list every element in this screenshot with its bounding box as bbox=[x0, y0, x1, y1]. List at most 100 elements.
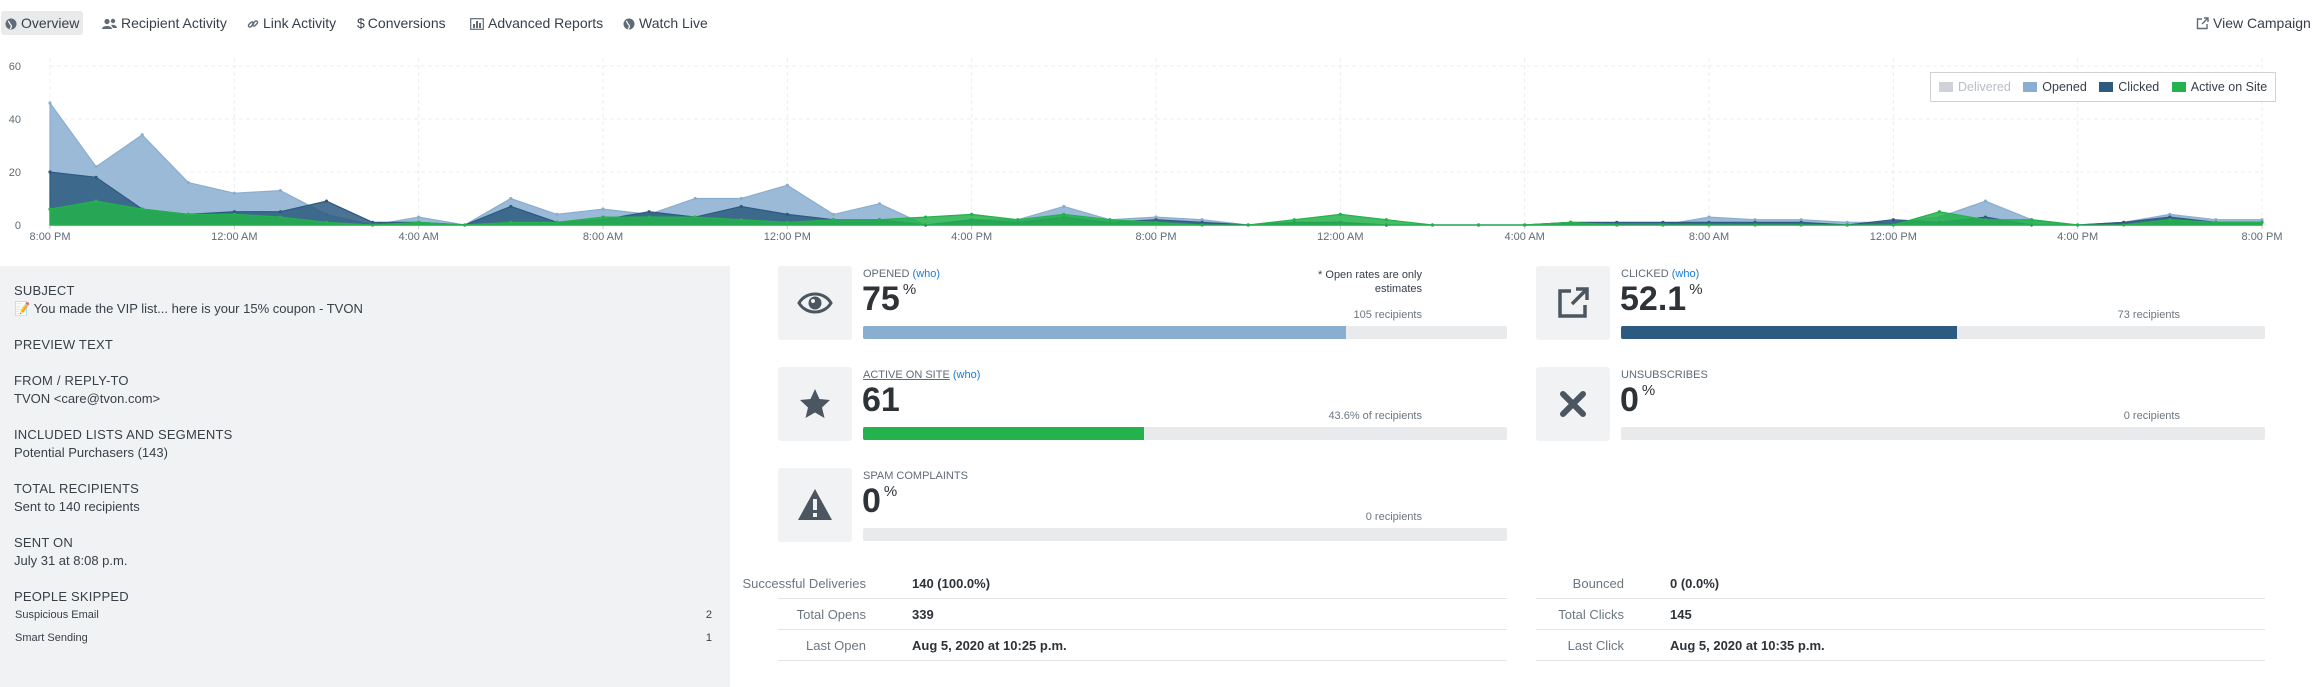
data-point-active-on-site bbox=[1016, 218, 1020, 222]
unsub-value: 0 bbox=[1620, 381, 1639, 419]
legend-active-on-site[interactable]: Active on Site bbox=[2171, 80, 2268, 94]
data-point-active-on-site bbox=[1799, 223, 1803, 227]
clicked-unit: % bbox=[1689, 281, 1703, 298]
legend-swatch bbox=[2099, 82, 2114, 92]
data-point-active-on-site bbox=[1753, 223, 1757, 227]
data-point-active-on-site bbox=[463, 223, 467, 227]
tab-conversions[interactable]: $ Conversions bbox=[353, 11, 450, 35]
data-point-active-on-site bbox=[1523, 223, 1527, 227]
active-progress-fill bbox=[863, 427, 1144, 440]
eye-icon bbox=[797, 292, 833, 314]
tab-label: Conversions bbox=[367, 15, 446, 31]
data-point-active-on-site bbox=[140, 207, 144, 211]
legend-delivered[interactable]: Delivered bbox=[1939, 80, 2011, 94]
stat-value: Aug 5, 2020 at 10:35 p.m. bbox=[1670, 638, 1825, 653]
active-who-link[interactable]: (who) bbox=[953, 369, 981, 381]
data-point-active-on-site bbox=[1384, 218, 1389, 222]
globe-icon bbox=[623, 18, 635, 30]
clicked-icon-box bbox=[1536, 266, 1610, 340]
data-point-active-on-site bbox=[1707, 223, 1711, 227]
view-campaign-label: View Campaign bbox=[2213, 15, 2311, 31]
legend-opened[interactable]: Opened bbox=[2023, 80, 2087, 94]
link-icon bbox=[247, 20, 259, 28]
data-point-opened bbox=[1707, 215, 1711, 219]
preview-text-label: PREVIEW TEXT bbox=[14, 337, 113, 352]
y-tick-label: 0 bbox=[15, 220, 21, 232]
data-point-clicked bbox=[785, 212, 789, 216]
skipped-reason: Suspicious Email bbox=[15, 609, 99, 621]
legend-clicked[interactable]: Clicked bbox=[2099, 80, 2159, 94]
clicked-title: CLICKED (who) bbox=[1621, 268, 1699, 280]
stat-value: 0 (0.0%) bbox=[1670, 576, 1720, 591]
external-link-icon bbox=[2196, 17, 2209, 30]
data-point-opened bbox=[186, 181, 190, 185]
data-point-opened bbox=[877, 202, 882, 206]
unsub-unit: % bbox=[1641, 382, 1656, 399]
x-tick-label: 12:00 AM bbox=[1317, 231, 1363, 243]
users-icon bbox=[102, 18, 117, 29]
activity-chart: 0 20 40 60 8:00 PM 12:00 AM 4:00 AM 8:00 AM 12:0… bbox=[0, 55, 2312, 245]
opened-title-text: OPENED bbox=[863, 268, 910, 280]
data-point-clicked bbox=[324, 199, 329, 203]
spam-title: SPAM COMPLAINTS bbox=[863, 470, 968, 482]
clicked-who-link[interactable]: (who) bbox=[1672, 268, 1700, 280]
data-point-active-on-site bbox=[2260, 220, 2264, 224]
data-point-active-on-site bbox=[417, 220, 421, 224]
view-campaign-link[interactable]: View Campaign bbox=[2192, 11, 2312, 35]
data-point-active-on-site bbox=[2168, 218, 2172, 222]
data-point-opened bbox=[417, 215, 421, 219]
stat-row: Successful Deliveries 140 (100.0%) bbox=[742, 568, 1507, 599]
legend-label: Active on Site bbox=[2190, 80, 2268, 94]
data-point-active-on-site bbox=[1430, 223, 1435, 227]
lists-value: Potential Purchasers (143) bbox=[14, 445, 168, 460]
tab-recipient-activity[interactable]: Recipient Activity bbox=[98, 11, 231, 35]
data-point-active-on-site bbox=[186, 212, 190, 216]
clicked-rate: 52.1% bbox=[1620, 280, 1703, 319]
data-point-active-on-site bbox=[232, 212, 236, 216]
opened-progress-bar bbox=[863, 326, 1507, 339]
data-point-active-on-site bbox=[2076, 223, 2080, 227]
data-point-clicked bbox=[647, 210, 651, 214]
data-point-active-on-site bbox=[324, 220, 329, 224]
data-point-opened bbox=[1983, 199, 1988, 203]
tab-overview[interactable]: Overview bbox=[1, 11, 84, 35]
subject-label: SUBJECT bbox=[14, 283, 75, 298]
opened-icon-box bbox=[778, 266, 852, 340]
x-tick-label: 4:00 AM bbox=[398, 231, 438, 243]
tab-label: Recipient Activity bbox=[121, 15, 227, 31]
stat-label: Successful Deliveries bbox=[742, 576, 866, 591]
opened-recipients: 105 recipients bbox=[1353, 309, 1423, 321]
x-tick-label: 4:00 PM bbox=[2057, 231, 2098, 243]
tab-link-activity[interactable]: Link Activity bbox=[243, 11, 340, 35]
clicked-progress-fill bbox=[1621, 326, 1957, 339]
total-recipients-value: Sent to 140 recipients bbox=[14, 499, 140, 514]
stat-value: 140 (100.0%) bbox=[912, 576, 991, 591]
globe-icon bbox=[5, 18, 17, 30]
dollar-icon: $ bbox=[357, 15, 365, 31]
data-point-active-on-site bbox=[1615, 223, 1619, 227]
active-count: 61 bbox=[862, 381, 900, 420]
data-point-active-on-site bbox=[877, 218, 882, 222]
spam-value: 0 bbox=[862, 482, 881, 520]
data-point-active-on-site bbox=[923, 215, 928, 219]
opened-who-link[interactable]: (who) bbox=[913, 268, 941, 280]
unsub-title: UNSUBSCRIBES bbox=[1621, 369, 1708, 381]
tab-advanced-reports[interactable]: Advanced Reports bbox=[466, 11, 607, 35]
clicked-title-text: CLICKED bbox=[1621, 268, 1669, 280]
delivery-stats: Successful Deliveries 140 (100.0%) Total… bbox=[742, 568, 1507, 668]
data-point-active-on-site bbox=[970, 212, 974, 216]
data-point-active-on-site bbox=[1569, 220, 1573, 224]
opened-rate: 75% bbox=[862, 280, 916, 319]
data-point-active-on-site bbox=[1476, 223, 1481, 227]
spam-progress-bar bbox=[863, 528, 1507, 541]
data-point-active-on-site bbox=[48, 207, 52, 211]
subject-value: 📝 You made the VIP list... here is your … bbox=[14, 301, 363, 316]
tab-label: Link Activity bbox=[263, 15, 337, 31]
opened-card: OPENED (who) 75% * Open rates are only e… bbox=[778, 266, 1538, 362]
data-point-opened bbox=[601, 207, 605, 211]
x-tick-label: 4:00 PM bbox=[951, 231, 992, 243]
unsub-rate: 0% bbox=[1620, 381, 1655, 420]
data-point-clicked bbox=[278, 210, 283, 214]
tab-watch-live[interactable]: Watch Live bbox=[619, 11, 712, 35]
data-point-clicked bbox=[48, 170, 52, 174]
